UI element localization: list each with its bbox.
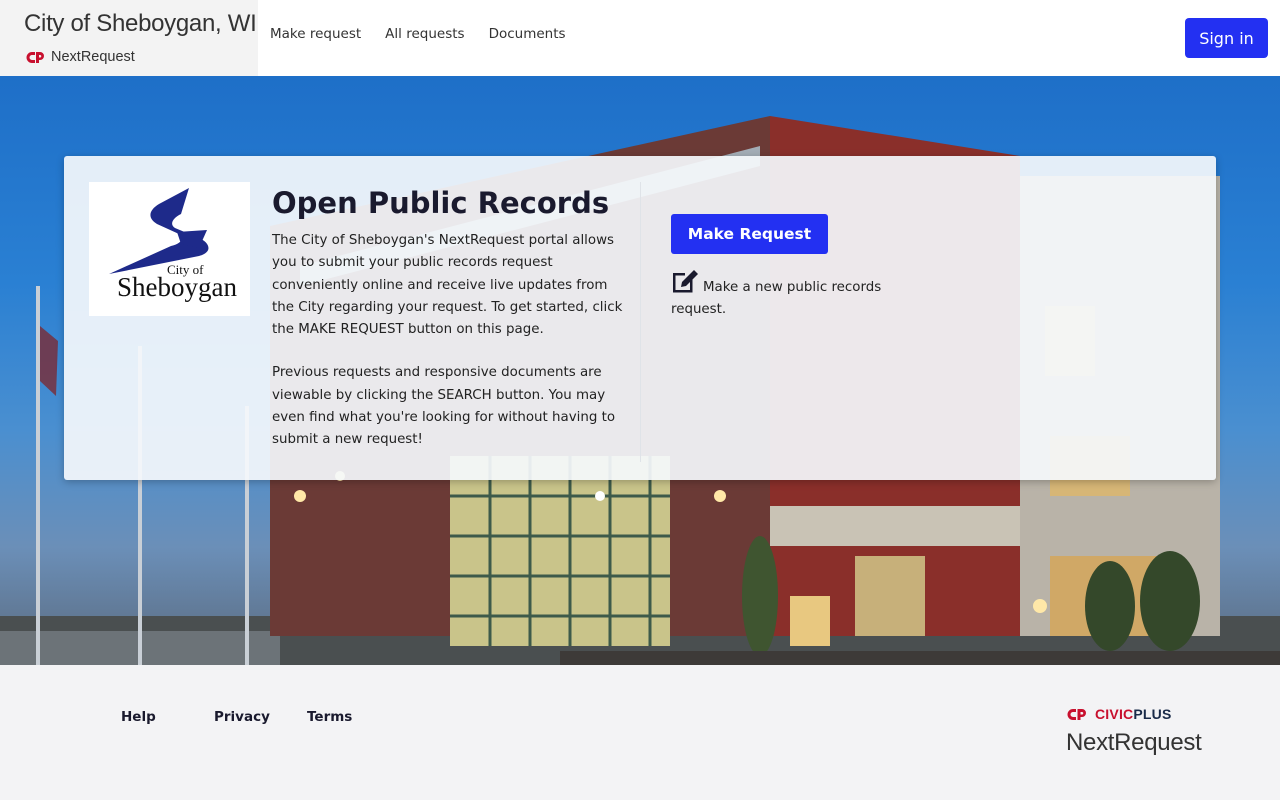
nextrequest-brand: NextRequest: [26, 49, 135, 65]
nav-documents[interactable]: Documents: [489, 26, 566, 42]
nav-make-request[interactable]: Make request: [270, 26, 361, 42]
main-nav: Make request All requests Documents: [270, 26, 566, 42]
edit-icon: [673, 270, 698, 293]
brand-block[interactable]: City of Sheboygan, WI NextRequest: [0, 0, 258, 76]
civic-text: CIVIC: [1095, 706, 1134, 722]
logo-text-main: Sheboygan: [117, 272, 237, 302]
intro-text: The City of Sheboygan's NextRequest port…: [272, 230, 632, 452]
intro-paragraph-1: The City of Sheboygan's NextRequest port…: [272, 233, 623, 338]
top-header: City of Sheboygan, WI NextRequest Make r…: [0, 0, 1280, 76]
page-footer: Help Privacy Terms CIVIC PLUS NextRequest: [0, 665, 1280, 800]
make-request-desc-text: Make a new public records request.: [671, 280, 882, 317]
intro-card: City of Sheboygan Open Public Records Th…: [64, 156, 1216, 480]
civicplus-mark-icon: [1067, 708, 1086, 720]
footer-product-name: NextRequest: [1066, 729, 1202, 756]
nextrequest-logo-icon: [26, 51, 44, 63]
sheboygan-logo-icon: City of Sheboygan: [109, 188, 237, 302]
city-logo: City of Sheboygan: [89, 182, 250, 316]
city-name[interactable]: City of Sheboygan, WI: [24, 10, 257, 38]
card-divider: [640, 182, 641, 462]
make-request-button[interactable]: Make Request: [671, 214, 828, 254]
sign-in-button[interactable]: Sign in: [1185, 18, 1268, 58]
footer-help-link[interactable]: Help: [121, 709, 214, 725]
footer-links: Help Privacy Terms: [121, 709, 352, 725]
nav-all-requests[interactable]: All requests: [385, 26, 464, 42]
footer-privacy-link[interactable]: Privacy: [214, 709, 307, 725]
hero-banner: City of Sheboygan Open Public Records Th…: [0, 76, 1280, 665]
make-request-description: Make a new public records request.: [671, 269, 901, 321]
footer-terms-link[interactable]: Terms: [307, 709, 352, 725]
civicplus-logo[interactable]: CIVIC PLUS: [1067, 706, 1171, 722]
product-name: NextRequest: [51, 49, 135, 65]
plus-text: PLUS: [1133, 706, 1172, 722]
intro-paragraph-2: Previous requests and responsive documen…: [272, 365, 616, 448]
page-title: Open Public Records: [272, 186, 610, 220]
